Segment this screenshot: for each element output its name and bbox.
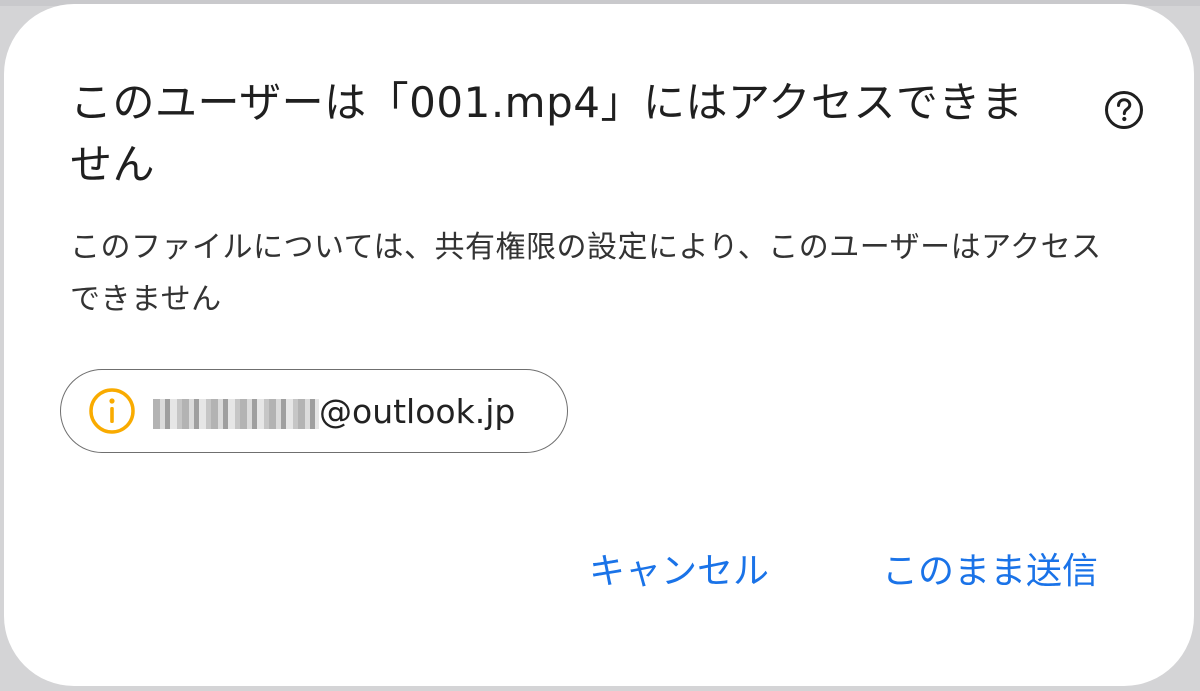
recipient-email: @outlook.jp <box>153 392 515 431</box>
recipient-chip: @outlook.jp <box>60 369 568 453</box>
cancel-button[interactable]: キャンセル <box>589 544 769 600</box>
info-icon <box>87 386 137 436</box>
email-domain: @outlook.jp <box>319 391 516 431</box>
dialog-title: このユーザーは「001.mp4」にはアクセスできません <box>70 78 1024 189</box>
redacted-username <box>153 399 319 429</box>
help-circle-icon <box>1104 90 1144 130</box>
access-warning-dialog: このユーザーは「001.mp4」にはアクセスできません このファイルについては、… <box>4 4 1194 686</box>
help-button[interactable] <box>1104 90 1144 130</box>
dialog-description: このファイルについては、共有権限の設定により、このユーザーはアクセスできません <box>70 230 1102 317</box>
send-anyway-button[interactable]: このまま送信 <box>882 544 1098 600</box>
